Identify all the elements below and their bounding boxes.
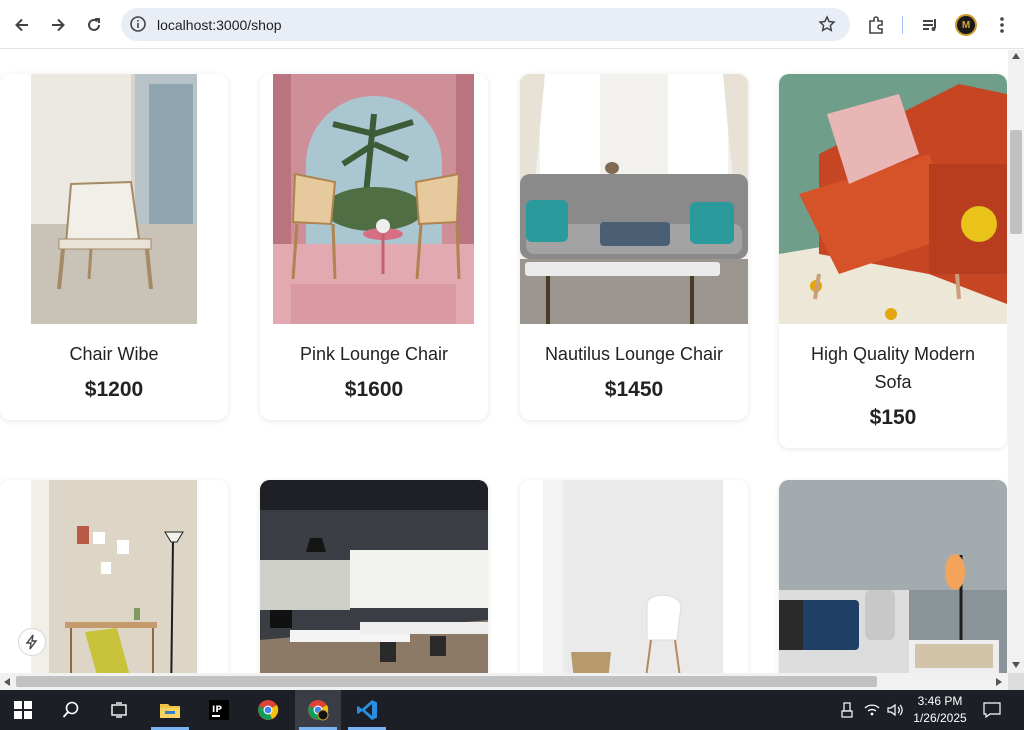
product-price: $1450 — [604, 378, 664, 401]
product-price: $150 — [869, 406, 917, 429]
chrome-icon[interactable] — [245, 690, 291, 730]
windows-taskbar: IP 3:46 PM 1/26/2025 — [0, 690, 1024, 730]
product-image[interactable] — [520, 74, 748, 324]
product-name[interactable]: High Quality Modern Sofa — [779, 340, 1007, 396]
forward-arrow-icon[interactable] — [44, 11, 72, 39]
notification-icon[interactable] — [980, 690, 1004, 730]
vscode-icon[interactable] — [344, 690, 390, 730]
reload-icon[interactable] — [80, 11, 108, 39]
product-image[interactable] — [260, 480, 488, 673]
product-image[interactable] — [273, 74, 474, 324]
scrollbar-corner — [1008, 673, 1024, 690]
file-explorer-icon[interactable] — [147, 690, 193, 730]
horizontal-scroll-thumb[interactable] — [16, 676, 877, 687]
product-image[interactable] — [31, 480, 197, 673]
product-card[interactable]: Pink Lounge Chair $1600 — [260, 74, 488, 420]
url-text[interactable]: localhost:3000/shop — [157, 17, 282, 33]
toolbar-divider — [902, 16, 903, 34]
intellij-icon[interactable]: IP — [196, 690, 242, 730]
product-card[interactable] — [520, 480, 748, 673]
lightning-icon[interactable] — [18, 628, 46, 656]
start-icon[interactable] — [0, 690, 46, 730]
site-info-icon[interactable] — [129, 15, 147, 33]
network-icon[interactable] — [861, 690, 883, 730]
bookmark-star-icon[interactable] — [818, 15, 836, 38]
product-card[interactable] — [260, 480, 488, 673]
more-menu-icon[interactable] — [989, 12, 1015, 38]
task-view-icon[interactable] — [96, 690, 142, 730]
vertical-scrollbar[interactable] — [1008, 50, 1024, 673]
back-arrow-icon[interactable] — [8, 11, 36, 39]
product-name[interactable]: Nautilus Lounge Chair — [520, 340, 748, 368]
product-name[interactable]: Pink Lounge Chair — [260, 340, 488, 368]
clock-time: 3:46 PM — [917, 694, 963, 708]
svg-text:IP: IP — [212, 705, 222, 715]
extensions-icon[interactable] — [863, 12, 889, 38]
shop-page: Chair Wibe $1200 Pink Lounge Chair $1600… — [0, 50, 1008, 673]
product-card[interactable]: Nautilus Lounge Chair $1450 — [520, 74, 748, 420]
profile-avatar[interactable]: M — [955, 14, 977, 36]
product-image[interactable] — [779, 480, 1007, 673]
product-price: $1600 — [344, 378, 404, 401]
vertical-scroll-thumb[interactable] — [1010, 130, 1022, 234]
product-image[interactable] — [31, 74, 197, 324]
horizontal-scrollbar[interactable] — [0, 673, 1008, 690]
product-name[interactable]: Chair Wibe — [0, 340, 228, 368]
media-queue-icon[interactable] — [917, 12, 943, 38]
product-image[interactable] — [779, 74, 1007, 324]
usb-device-icon[interactable] — [836, 690, 858, 730]
product-image[interactable] — [543, 480, 723, 673]
system-clock[interactable]: 3:46 PM 1/26/2025 — [908, 693, 972, 727]
browser-toolbar: localhost:3000/shop M — [0, 0, 1024, 49]
chrome-profile-icon[interactable] — [295, 690, 341, 730]
product-card[interactable]: High Quality Modern Sofa $150 — [779, 74, 1007, 448]
address-bar[interactable]: localhost:3000/shop — [121, 8, 850, 41]
search-icon[interactable] — [48, 690, 94, 730]
volume-icon[interactable] — [884, 690, 906, 730]
product-card[interactable]: Chair Wibe $1200 — [0, 74, 228, 420]
clock-date: 1/26/2025 — [913, 711, 967, 725]
product-price: $1200 — [84, 378, 144, 401]
product-card[interactable] — [779, 480, 1007, 673]
